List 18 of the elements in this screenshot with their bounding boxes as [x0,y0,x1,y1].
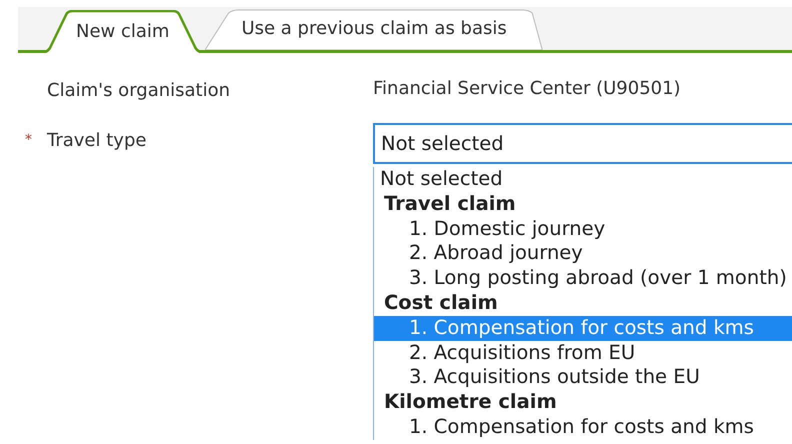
field-label: Travel type [47,130,146,150]
dropdown-option[interactable]: 1. Compensation for costs and kms [374,316,792,341]
option-group-label: Travel claim [383,192,517,217]
option-group-label: Kilometre claim [383,390,558,415]
dropdown-option[interactable]: 1. Domestic journey [374,216,792,242]
dropdown-option[interactable]: 2. Acquisitions from EU [374,340,792,366]
tab[interactable]: Use a previous claim as basis [205,7,543,50]
field-label: Claim's organisation [47,80,230,101]
dropdown-option[interactable]: 3. Acquisitions outside the EU [374,365,792,390]
tab[interactable]: New claim [40,10,206,53]
dropdown-option[interactable]: 3. Long posting abroad (over 1 month) [374,266,792,291]
dropdown-option[interactable]: 2. Abroad journey [374,241,792,266]
dropdown-option[interactable]: 1. Compensation for costs and kms [374,414,792,440]
field-value: Financial Service Center (U90501) [373,78,681,99]
select-field[interactable]: Not selected [373,123,792,164]
required-mark: * [25,132,32,148]
option-group-label: Cost claim [383,290,499,316]
dropdown-option[interactable]: Not selected [374,167,792,192]
